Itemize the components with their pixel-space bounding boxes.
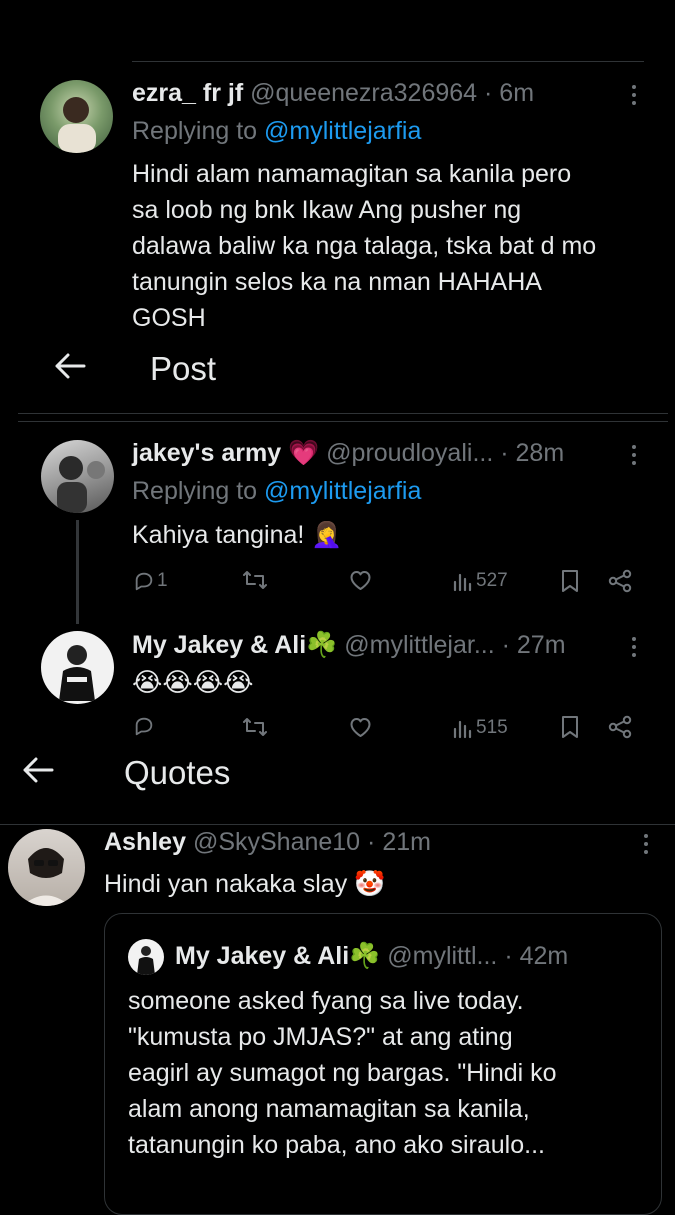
author-handle[interactable]: @queenezra326964 — [250, 79, 477, 107]
more-options-icon[interactable] — [631, 637, 637, 661]
replying-to-handle[interactable]: @mylittlejarfia — [264, 117, 421, 145]
text-line: tatanungin ko paba, ano ako siraulo... — [128, 1131, 545, 1159]
like-button[interactable] — [348, 569, 373, 591]
views-button[interactable]: 515 — [452, 716, 508, 740]
back-arrow-icon[interactable] — [54, 352, 86, 385]
top-divider — [132, 61, 644, 62]
reply2-header: jakey's army 💗 @proudloyali... · 28m — [132, 438, 564, 468]
reply-button[interactable] — [133, 715, 155, 737]
repost-button[interactable] — [242, 569, 268, 591]
back-arrow-icon[interactable] — [22, 756, 54, 789]
views-button[interactable]: 527 — [452, 569, 508, 593]
reply1-text: Hindi alam namamagitan sa kanila pero sa… — [132, 156, 596, 336]
bookmark-icon — [562, 570, 578, 592]
text-line: someone asked fyang sa live today. — [128, 987, 524, 1015]
repost-button[interactable] — [242, 716, 268, 738]
text-line: GOSH — [132, 304, 206, 332]
divider — [18, 413, 668, 414]
bookmark-icon — [562, 716, 578, 738]
reply-icon — [135, 717, 153, 736]
text-line: Hindi alam namamagitan sa kanila pero — [132, 160, 572, 188]
avatar[interactable] — [8, 829, 85, 906]
post-time[interactable]: · 28m — [500, 439, 564, 467]
author-handle[interactable]: @proudloyali... — [326, 439, 493, 467]
quoted-post-header: My Jakey & Ali☘️ @mylittl... · 42m — [175, 941, 568, 971]
author-name[interactable]: My Jakey & Ali☘️ — [175, 942, 380, 970]
view-count: 527 — [476, 570, 508, 591]
author-name[interactable]: My Jakey & Ali☘️ — [132, 631, 337, 659]
text-line: eagirl ay sumagot ng bargas. "Hindi ko — [128, 1059, 557, 1087]
author-handle[interactable]: @mylittlejar... — [344, 631, 494, 659]
page-title: Quotes — [124, 754, 231, 791]
divider — [18, 421, 668, 422]
avatar[interactable] — [128, 939, 164, 975]
divider — [0, 824, 675, 825]
replying-to: Replying to @mylittlejarfia — [132, 116, 421, 146]
reply-count: 1 — [157, 570, 168, 591]
views-chart-icon — [453, 720, 472, 739]
quoted-post-text: someone asked fyang sa live today. "kumu… — [128, 983, 557, 1163]
thread-connector — [76, 520, 79, 624]
reply2-text: Kahiya tangina! 🤦‍♀️ — [132, 521, 343, 549]
quote-header: Ashley @SkyShane10 · 21m — [104, 827, 431, 857]
page-title: Post — [150, 350, 217, 387]
text-line: tanungin selos ka na nman HAHAHA — [132, 268, 542, 296]
share-icon — [608, 715, 632, 739]
view-count: 515 — [476, 717, 508, 738]
avatar[interactable] — [41, 440, 114, 513]
text-line: dalawa baliw ka nga talaga, tska bat d m… — [132, 232, 597, 260]
author-name[interactable]: jakey's army 💗 — [132, 439, 319, 467]
share-icon — [608, 569, 632, 593]
reply3-text: 😭😭😭😭 — [132, 667, 254, 697]
person-photo-icon — [59, 645, 95, 701]
share-button[interactable] — [607, 715, 633, 739]
post-time[interactable]: · 21m — [367, 828, 431, 856]
avatar[interactable] — [40, 80, 113, 153]
repost-icon — [243, 571, 267, 589]
heart-icon — [350, 571, 371, 590]
like-button[interactable] — [348, 716, 373, 738]
text-line: sa loob ng bnk Ikaw Ang pusher ng — [132, 196, 522, 224]
replying-to-handle[interactable]: @mylittlejarfia — [264, 477, 421, 505]
bookmark-button[interactable] — [560, 569, 580, 593]
reply3-header: My Jakey & Ali☘️ @mylittlejar... · 27m — [132, 630, 566, 660]
replying-to: Replying to @mylittlejarfia — [132, 476, 421, 506]
text-line: alam anong namamagitan sa kanila, — [128, 1095, 530, 1123]
reply1-header: ezra_ fr jf @queenezra326964 · 6m — [132, 78, 534, 108]
more-options-icon[interactable] — [631, 445, 637, 469]
text-line: "kumusta po JMJAS?" at ang ating — [128, 1023, 513, 1051]
author-name[interactable]: Ashley — [104, 828, 186, 856]
more-options-icon[interactable] — [631, 85, 637, 109]
bookmark-button[interactable] — [560, 715, 580, 739]
author-name[interactable]: ezra_ fr jf — [132, 79, 243, 107]
share-button[interactable] — [607, 569, 633, 593]
heart-icon — [350, 718, 371, 737]
post-time[interactable]: · 42m — [504, 942, 568, 970]
author-handle[interactable]: @SkyShane10 — [193, 828, 360, 856]
reply-icon — [135, 572, 153, 591]
more-options-icon[interactable] — [643, 834, 649, 858]
reply-button[interactable]: 1 — [133, 569, 168, 593]
person-photo-icon — [137, 946, 155, 975]
quote-text: Hindi yan nakaka slay 🤡 — [104, 870, 386, 898]
post-time[interactable]: · 6m — [484, 79, 534, 107]
avatar[interactable] — [41, 631, 114, 704]
person-photo-icon — [57, 456, 105, 513]
repost-icon — [243, 718, 267, 736]
person-photo-icon — [22, 848, 70, 906]
author-handle[interactable]: @mylittl... — [387, 942, 497, 970]
person-photo-icon — [58, 97, 96, 153]
replying-to-label: Replying to — [132, 477, 258, 505]
replying-to-label: Replying to — [132, 117, 258, 145]
views-chart-icon — [453, 573, 472, 592]
post-time[interactable]: · 27m — [502, 631, 566, 659]
